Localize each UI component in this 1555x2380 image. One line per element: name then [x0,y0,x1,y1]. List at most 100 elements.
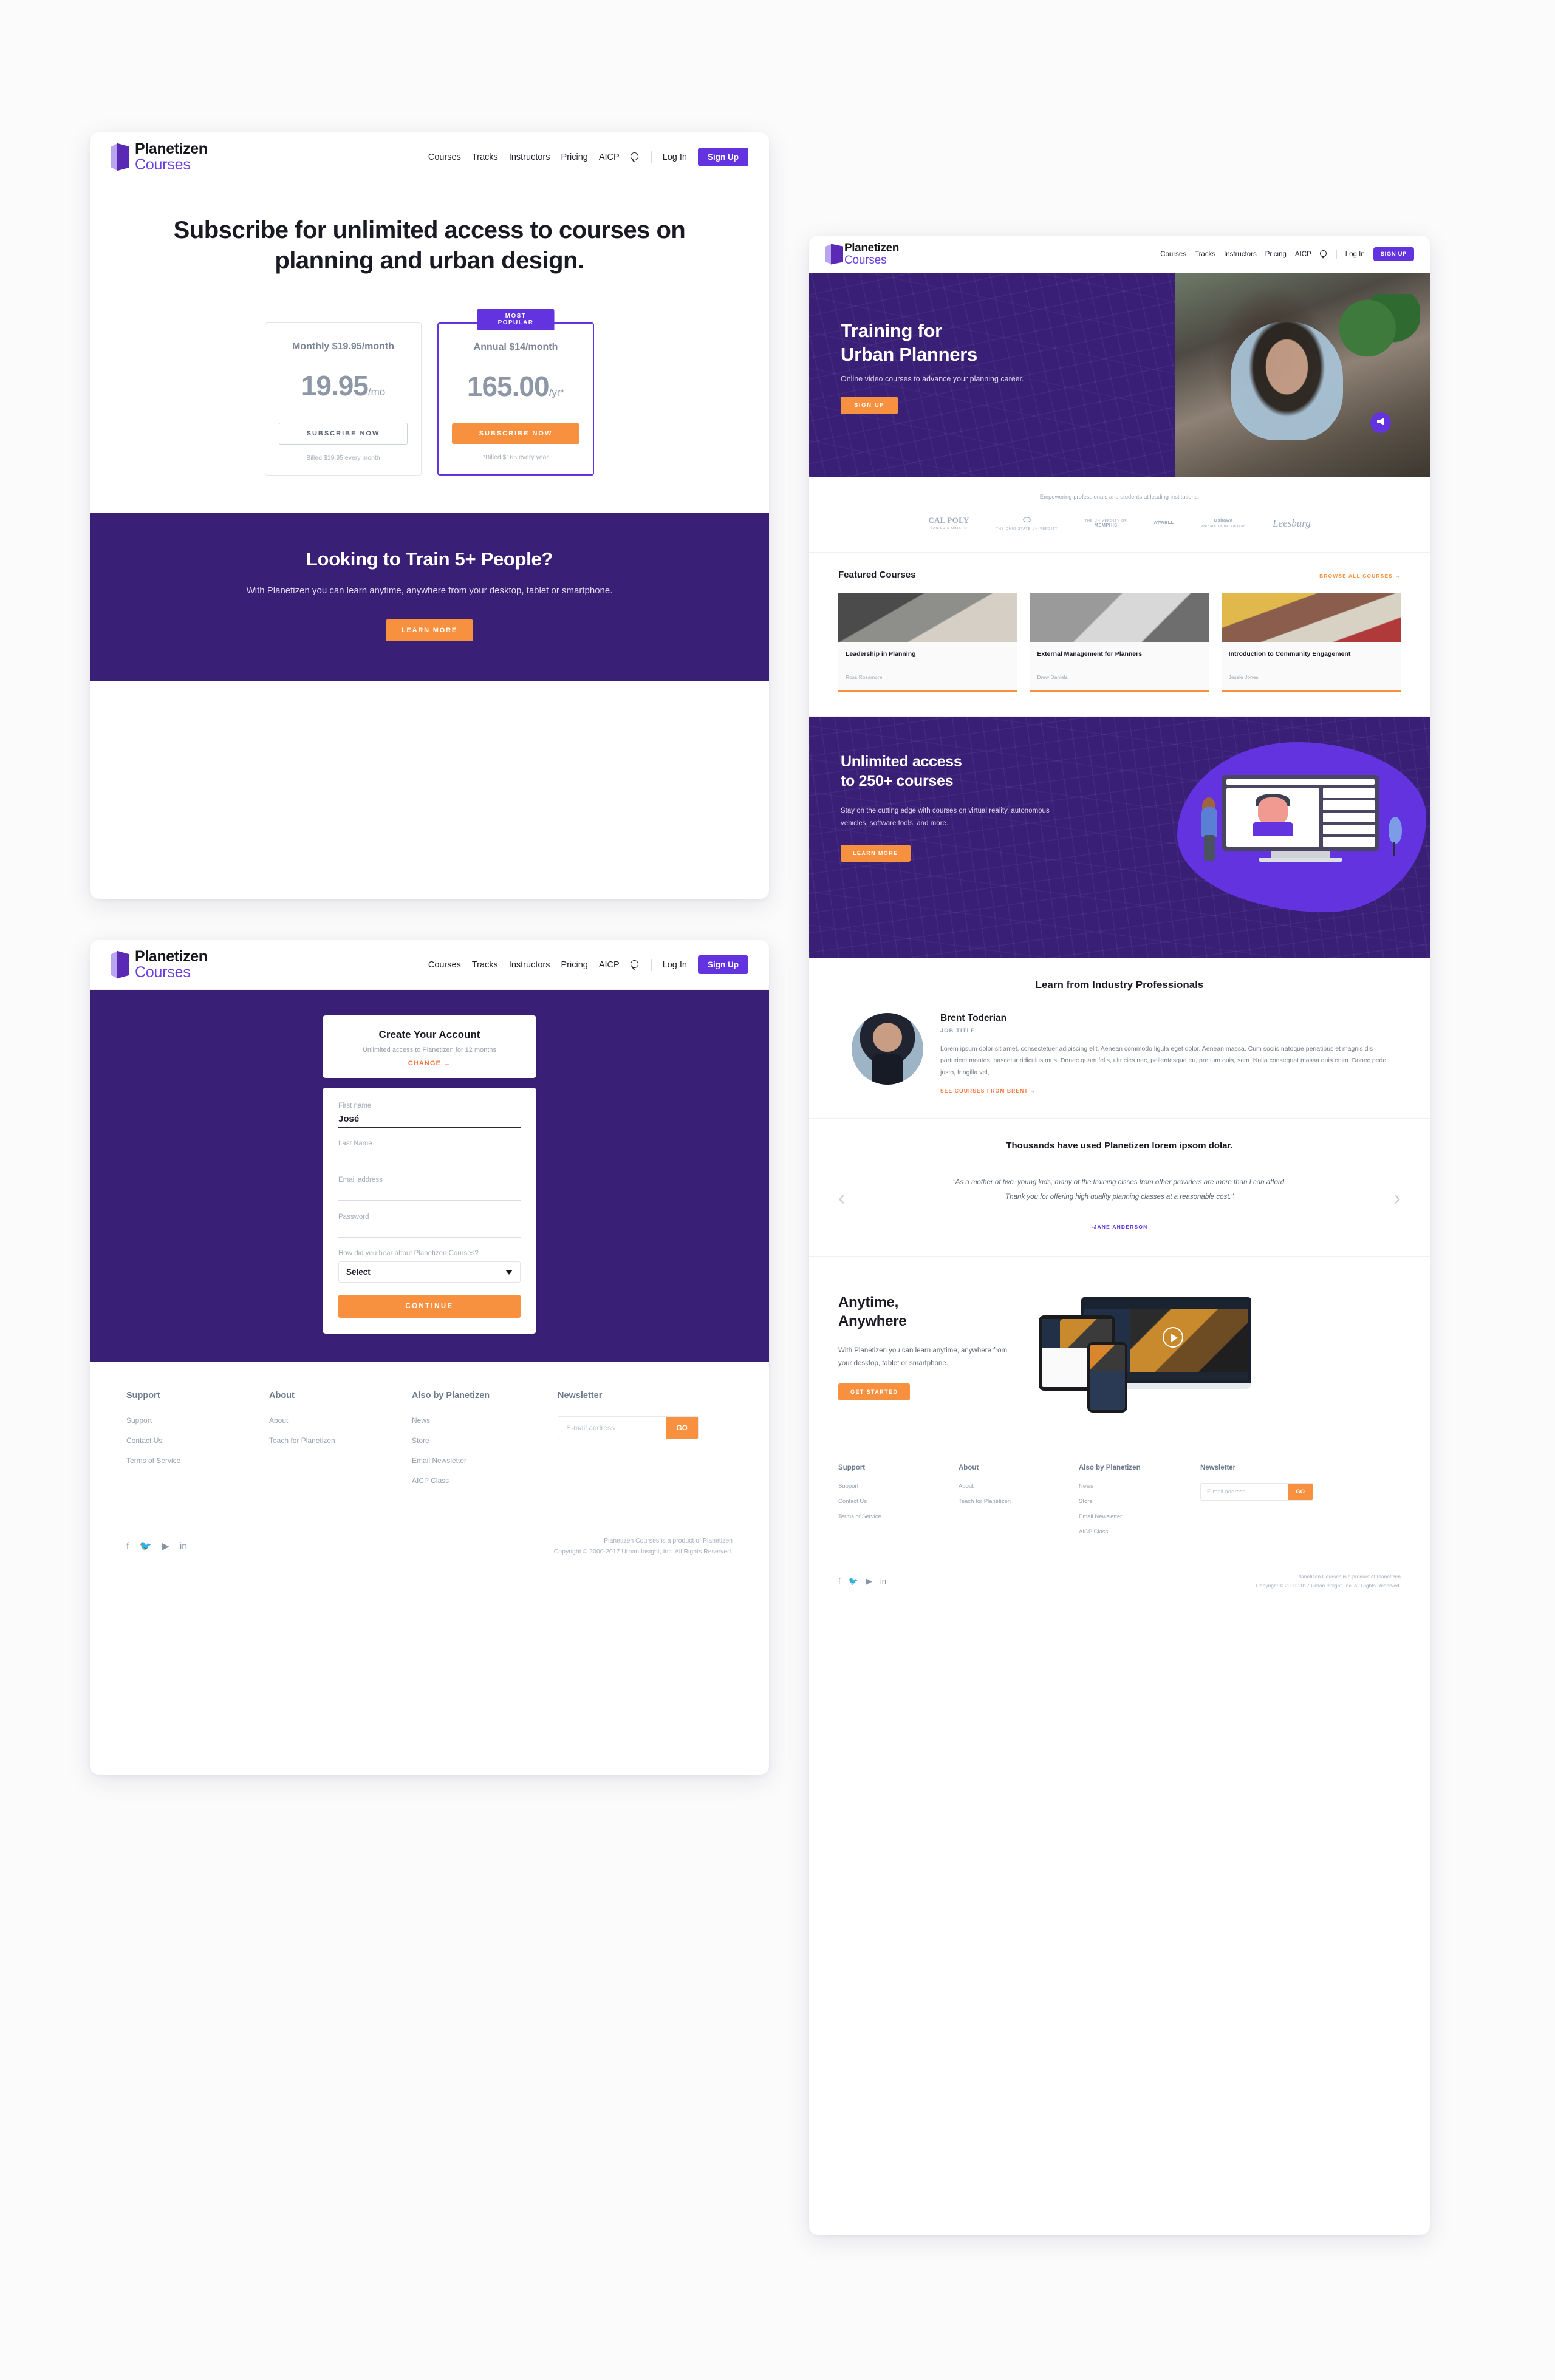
footer-link-terms[interactable]: Terms of Service [126,1456,269,1465]
change-plan-link[interactable]: CHANGE → [335,1060,524,1067]
unlimited-learn-more-button[interactable]: LEARN MORE [841,845,911,862]
nav-link-aicp[interactable]: AICP [599,960,620,970]
search-icon[interactable] [630,152,640,162]
subscribe-button-monthly[interactable]: SUBSCRIBE NOW [279,422,408,445]
youtube-icon[interactable]: ▶ [162,1541,169,1552]
course-title: Leadership in Planning [846,650,916,658]
linkedin-icon[interactable]: in [180,1541,187,1552]
copyright-line-2: Copyright © 2000-2017 Urban Insight, Inc… [553,1547,733,1555]
nav-link-pricing[interactable]: Pricing [1265,251,1287,258]
newsletter-email-input[interactable]: E-mail address [558,1417,666,1439]
footer-link-news[interactable]: News [412,1416,558,1425]
last-name-value[interactable] [338,1151,521,1164]
search-icon[interactable] [630,960,640,970]
first-name-field[interactable]: First name José [338,1102,521,1128]
newsletter-go-button[interactable]: GO [666,1417,698,1439]
last-name-field[interactable]: Last Name [338,1140,521,1164]
footer-link-contact-us[interactable]: Contact Us [126,1436,269,1445]
footer-link-aicp-class[interactable]: AICP Class [412,1476,558,1485]
nav-link-courses[interactable]: Courses [428,960,461,970]
first-name-value[interactable]: José [338,1114,521,1127]
login-link[interactable]: Log In [1345,251,1365,258]
email-field[interactable]: Email address [338,1176,521,1201]
password-value[interactable] [338,1225,521,1237]
browse-all-courses-link[interactable]: BROWSE ALL COURSES → [1319,573,1401,579]
footer-link-news[interactable]: News [1079,1483,1200,1490]
course-card[interactable]: Introduction to Community Engagement Jes… [1221,593,1401,692]
login-link[interactable]: Log In [663,960,687,970]
facebook-icon[interactable]: f [126,1541,129,1552]
nav-link-tracks[interactable]: Tracks [472,960,498,970]
hero-signup-button[interactable]: SIGN UP [841,396,898,414]
footer-link-about[interactable]: About [269,1416,412,1425]
newsletter-signup[interactable]: E-mail address GO [1200,1483,1313,1501]
newsletter-go-button[interactable]: GO [1288,1484,1313,1501]
login-link[interactable]: Log In [663,152,687,162]
nav-link-pricing[interactable]: Pricing [561,152,588,162]
nav-link-instructors[interactable]: Instructors [509,152,550,162]
brand-logo-home[interactable]: Planetizen Courses [825,242,899,266]
footer-link-terms[interactable]: Terms of Service [838,1513,959,1520]
monitor-base [1259,857,1342,862]
nav-link-tracks[interactable]: Tracks [472,152,498,162]
signup-button[interactable]: Sign Up [698,148,748,166]
email-value[interactable] [338,1188,521,1200]
screenshot-canvas: Planetizen Courses Courses Tracks Instru… [0,0,1555,2380]
nav-link-tracks[interactable]: Tracks [1195,251,1215,258]
planetizen-mark-icon [825,244,843,265]
twitter-icon[interactable]: 🐦 [139,1541,151,1552]
pricing-card-annual[interactable]: MOST POPULAR Annual $14/month 165.00/yr*… [437,308,594,476]
brand-name-line2: Courses [135,155,191,173]
footer-link-support[interactable]: Support [838,1483,959,1490]
carousel-prev-icon[interactable]: ‹ [838,1188,845,1209]
get-started-button[interactable]: GET STARTED [838,1383,911,1401]
nav-link-courses[interactable]: Courses [428,152,461,162]
course-card[interactable]: Leadership in Planning Ross Rossmore [838,593,1018,692]
footer-link-teach[interactable]: Teach for Planetizen [269,1436,412,1445]
referral-select[interactable]: Select [338,1261,521,1283]
newsletter-email-input[interactable]: E-mail address [1201,1484,1288,1500]
youtube-icon[interactable]: ▶ [866,1577,872,1585]
anytime-anywhere-section: Anytime, Anywhere With Planetizen you ca… [809,1257,1430,1443]
carousel-next-icon[interactable]: › [1394,1188,1401,1209]
footer-link-aicp-class[interactable]: AICP Class [1079,1529,1200,1535]
brand-logo-signup[interactable]: Planetizen Courses [111,949,208,980]
footer-heading-about: About [959,1464,979,1472]
newsletter-signup[interactable]: E-mail address GO [558,1416,699,1439]
see-courses-link[interactable]: SEE COURSES FROM BRENT → [940,1088,1387,1094]
referral-field[interactable]: How did you hear about Planetizen Course… [338,1250,521,1283]
course-author: Jessie Jones [1228,673,1259,680]
password-field[interactable]: Password [338,1213,521,1238]
twitter-icon[interactable]: 🐦 [849,1577,858,1585]
footer-link-store[interactable]: Store [1079,1498,1200,1505]
footer-link-email-newsletter[interactable]: Email Newsletter [1079,1513,1200,1520]
atwell-logo: ATWELL [1154,520,1174,526]
footer-link-about[interactable]: About [959,1483,1079,1490]
pricing-card-monthly[interactable]: Monthly $19.95/month 19.95/mo SUBSCRIBE … [265,322,422,476]
nav-link-aicp[interactable]: AICP [599,152,620,162]
nav-divider [651,151,652,163]
search-icon[interactable] [1319,250,1328,258]
nav-link-aicp[interactable]: AICP [1295,251,1311,258]
chevron-down-icon [505,1269,513,1275]
subscribe-button-annual[interactable]: SUBSCRIBE NOW [452,423,579,444]
testimonial-heading: Thousands have used Planetizen lorem ips… [1006,1140,1233,1151]
nav-link-instructors[interactable]: Instructors [509,960,550,970]
footer-link-email-newsletter[interactable]: Email Newsletter [412,1456,558,1465]
facebook-icon[interactable]: f [838,1577,841,1585]
footer-link-support[interactable]: Support [126,1416,269,1425]
brand-logo[interactable]: Planetizen Courses [111,141,208,173]
nav-link-pricing[interactable]: Pricing [561,960,588,970]
band-learn-more-button[interactable]: LEARN MORE [386,619,473,641]
signup-button[interactable]: Sign Up [698,955,748,974]
course-card[interactable]: External Management for Planners Drew Da… [1030,593,1209,692]
nav-link-instructors[interactable]: Instructors [1224,251,1257,258]
footer-link-contact-us[interactable]: Contact Us [838,1498,959,1505]
footer-link-store[interactable]: Store [412,1436,558,1445]
footer-link-teach[interactable]: Teach for Planetizen [959,1498,1079,1505]
linkedin-icon[interactable]: in [880,1577,886,1585]
footer-bottom-bar: f 🐦 ▶ in Planetizen Courses is a product… [838,1561,1401,1602]
nav-link-courses[interactable]: Courses [1160,251,1186,258]
signup-button[interactable]: SIGN UP [1373,247,1414,261]
continue-button[interactable]: CONTINUE [338,1295,521,1318]
